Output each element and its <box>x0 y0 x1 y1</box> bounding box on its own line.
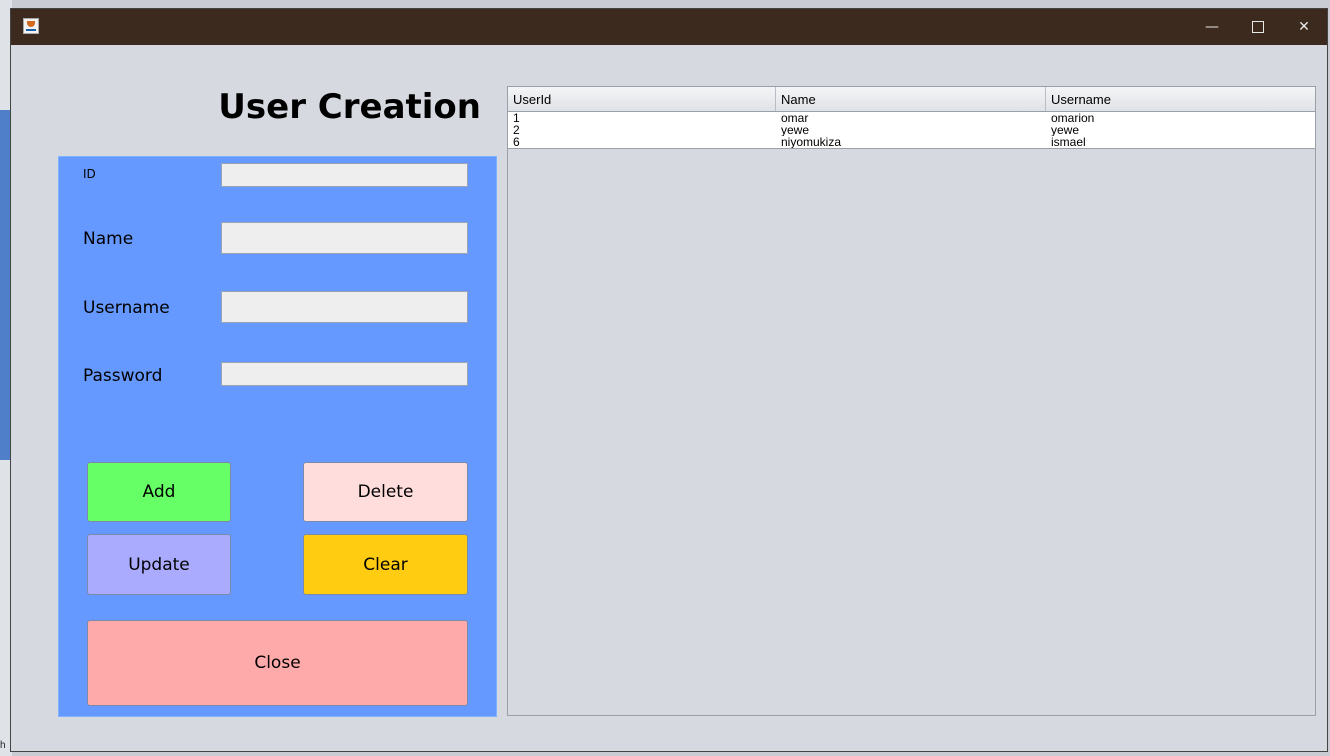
add-button[interactable]: Add <box>87 462 231 522</box>
cell-userid: 6 <box>513 136 520 148</box>
user-form-panel: ID Name Username Password Add Delete Upd… <box>58 156 497 717</box>
cell-name: omar <box>781 112 809 124</box>
password-label: Password <box>83 366 163 386</box>
background-edge-text: h <box>0 740 6 751</box>
column-header-name[interactable]: Name <box>776 87 1046 111</box>
app-window: — ✕ User Creation ID Name Username Passw… <box>10 8 1328 752</box>
username-label: Username <box>83 298 170 318</box>
title-bar: — ✕ <box>11 9 1327 45</box>
close-icon[interactable]: ✕ <box>1281 9 1327 45</box>
password-field[interactable] <box>221 362 468 386</box>
column-header-userid[interactable]: UserId <box>508 87 776 111</box>
clear-button[interactable]: Clear <box>303 534 468 595</box>
update-button[interactable]: Update <box>87 534 231 595</box>
id-field[interactable] <box>221 163 468 187</box>
java-app-icon[interactable] <box>23 18 39 34</box>
cell-username: yewe <box>1051 124 1080 136</box>
cell-username: ismael <box>1051 136 1086 148</box>
table-row[interactable]: 2 yewe yewe <box>508 124 1315 136</box>
cell-userid: 1 <box>513 112 520 124</box>
maximize-icon[interactable] <box>1235 9 1281 45</box>
users-table: UserId Name Username 1 omar omarion 2 ye… <box>507 86 1316 716</box>
table-row[interactable]: 1 omar omarion <box>508 112 1315 124</box>
close-button[interactable]: Close <box>87 620 468 706</box>
table-row[interactable]: 6 niyomukiza ismael <box>508 136 1315 148</box>
page-title: User Creation <box>218 87 481 127</box>
cell-userid: 2 <box>513 124 520 136</box>
table-header: UserId Name Username <box>508 87 1315 112</box>
username-field[interactable] <box>221 291 468 323</box>
table-body: 1 omar omarion 2 yewe yewe 6 niyomukiza … <box>508 112 1315 149</box>
cell-username: omarion <box>1051 112 1095 124</box>
name-field[interactable] <box>221 222 468 254</box>
minimize-icon[interactable]: — <box>1189 9 1235 45</box>
delete-button[interactable]: Delete <box>303 462 468 522</box>
cell-name: niyomukiza <box>781 136 842 148</box>
cell-name: yewe <box>781 124 810 136</box>
id-label: ID <box>83 167 96 181</box>
column-header-username[interactable]: Username <box>1046 87 1315 111</box>
name-label: Name <box>83 229 134 249</box>
